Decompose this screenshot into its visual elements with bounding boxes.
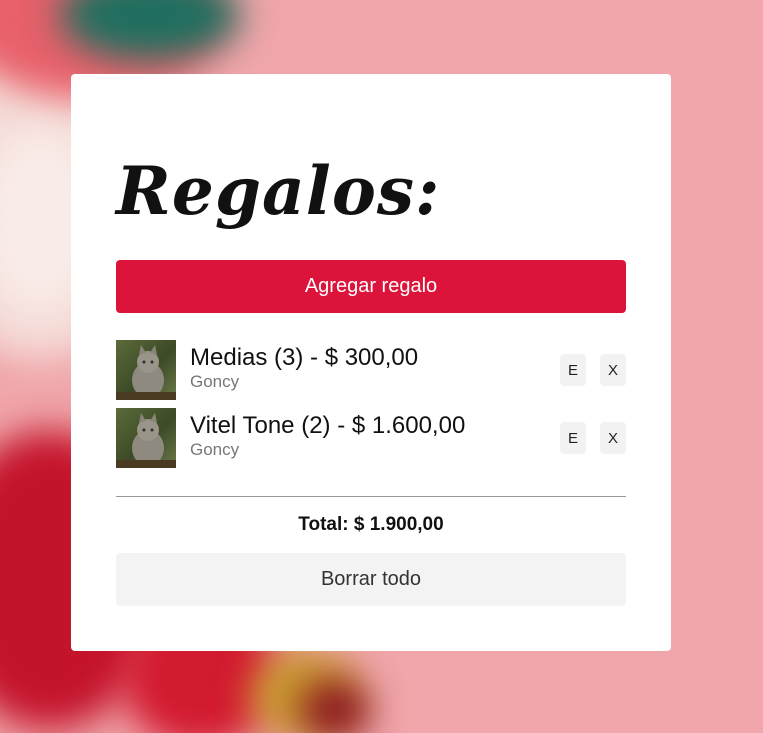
gifts-card: Regalos: Agregar regalo Medias (3) - $ 3… bbox=[71, 74, 671, 651]
gift-recipient: Goncy bbox=[190, 372, 240, 391]
divider bbox=[116, 496, 626, 497]
gift-recipient: Goncy bbox=[190, 440, 240, 459]
delete-gift-button[interactable]: X bbox=[600, 354, 626, 386]
gift-item: Medias (3) - $ 300,00 Goncy E X bbox=[116, 340, 626, 400]
gift-name: Vitel Tone (2) - $ 1.600,00 bbox=[190, 412, 466, 439]
edit-gift-button[interactable]: E bbox=[560, 354, 586, 386]
delete-gift-button[interactable]: X bbox=[600, 422, 626, 454]
total-amount: Total: $ 1.900,00 bbox=[298, 514, 444, 535]
cat-photo-thumbnail bbox=[116, 340, 176, 400]
edit-gift-button[interactable]: E bbox=[560, 422, 586, 454]
clear-all-button[interactable]: Borrar todo bbox=[116, 553, 626, 606]
page-title: Regalos: bbox=[116, 152, 441, 230]
gift-item: Vitel Tone (2) - $ 1.600,00 Goncy E X bbox=[116, 408, 626, 468]
add-gift-button[interactable]: Agregar regalo bbox=[116, 260, 626, 313]
cat-photo-thumbnail bbox=[116, 408, 176, 468]
gift-name: Medias (3) - $ 300,00 bbox=[190, 344, 419, 371]
gift-list: Medias (3) - $ 300,00 Goncy E X Vitel To… bbox=[116, 340, 626, 476]
